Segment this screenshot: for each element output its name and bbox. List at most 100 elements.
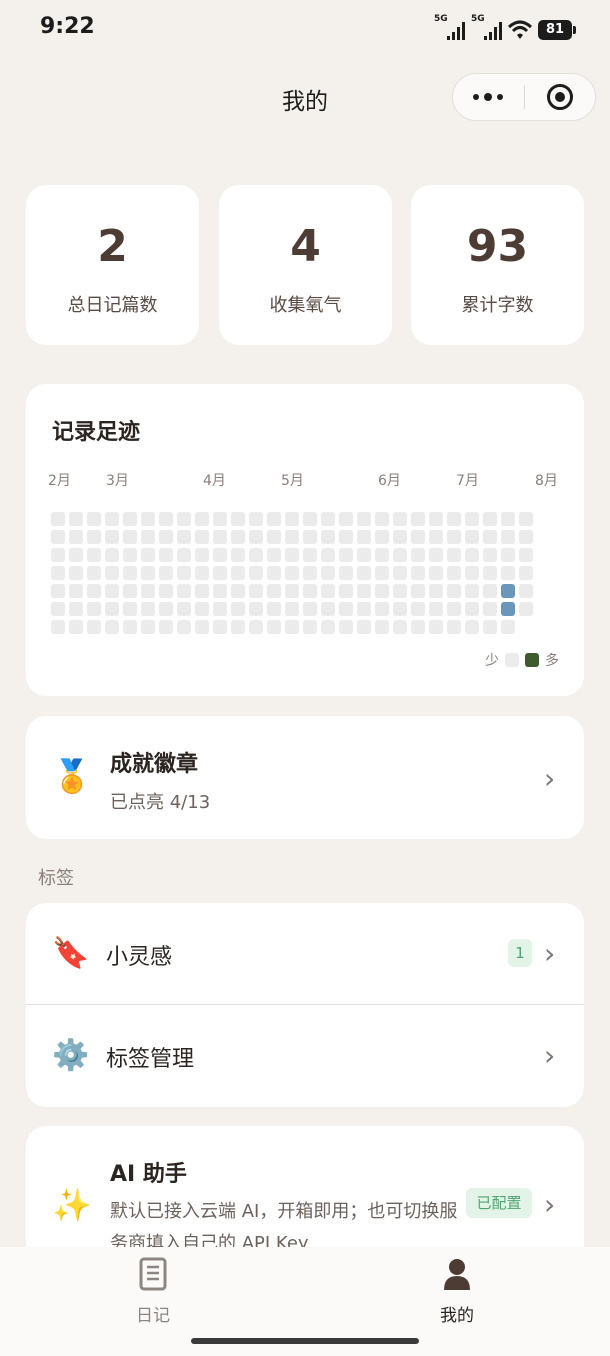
tag-row-inspiration[interactable]: 🔖 小灵感 1 › xyxy=(26,903,584,1004)
tag-row-manage[interactable]: ⚙️ 标签管理 › xyxy=(26,1005,584,1107)
month-label: 5月 xyxy=(281,473,304,489)
heatmap-cell xyxy=(249,620,263,634)
heatmap-cell xyxy=(87,566,101,580)
heatmap-cell xyxy=(123,602,137,616)
heatmap-cell xyxy=(285,620,299,634)
heatmap-cell xyxy=(447,548,461,562)
heatmap-cell xyxy=(267,566,281,580)
heatmap-cell xyxy=(465,530,479,544)
footprint-title: 记录足迹 xyxy=(52,420,141,445)
stat-card-oxygen: 4 收集氧气 xyxy=(219,185,392,345)
heatmap-cell xyxy=(447,566,461,580)
heatmap-cell xyxy=(483,602,497,616)
heatmap-cell xyxy=(375,602,389,616)
heatmap-cell xyxy=(159,620,173,634)
heatmap-cell xyxy=(375,584,389,598)
heatmap-cell xyxy=(51,548,65,562)
heatmap-cell xyxy=(501,512,515,526)
achievements-card[interactable]: 🏅 成就徽章 已点亮 4/13 › xyxy=(26,716,584,839)
heatmap-cell xyxy=(69,602,83,616)
mini-program-capsule xyxy=(452,73,596,121)
heatmap-cell xyxy=(123,584,137,598)
heatmap-cell xyxy=(357,602,371,616)
legend-swatch-full xyxy=(525,653,539,667)
heatmap-cell xyxy=(321,548,335,562)
tag-count-badge: 1 xyxy=(508,939,532,967)
heatmap-cell xyxy=(105,602,119,616)
more-options-icon[interactable] xyxy=(453,92,524,101)
heatmap-cell xyxy=(177,548,191,562)
stat-value: 2 xyxy=(97,221,128,272)
heatmap-cell xyxy=(159,530,173,544)
heatmap-cell xyxy=(177,602,191,616)
heatmap-cell xyxy=(339,584,353,598)
heatmap-cell xyxy=(357,548,371,562)
chevron-right-icon: › xyxy=(544,1039,556,1072)
heatmap-cell xyxy=(213,620,227,634)
heatmap-cell xyxy=(429,566,443,580)
stat-label: 收集氧气 xyxy=(269,295,342,316)
stat-card-diaries: 2 总日记篇数 xyxy=(26,185,199,345)
heatmap-cell xyxy=(285,512,299,526)
heatmap-cell xyxy=(501,602,515,616)
heatmap-cell xyxy=(429,602,443,616)
home-indicator xyxy=(191,1338,419,1344)
heatmap-cell xyxy=(141,530,155,544)
heatmap-cell xyxy=(519,512,533,526)
heatmap-cell xyxy=(483,512,497,526)
heatmap-cell xyxy=(303,530,317,544)
tags-section-label: 标签 xyxy=(38,868,74,889)
heatmap-cell xyxy=(303,620,317,634)
heatmap-cell xyxy=(249,548,263,562)
heatmap-cell xyxy=(303,602,317,616)
heatmap-cell xyxy=(519,530,533,544)
heatmap-cell xyxy=(213,530,227,544)
heatmap-cell xyxy=(123,512,137,526)
heatmap-cell xyxy=(177,584,191,598)
heatmap-cell xyxy=(339,512,353,526)
heatmap-cell xyxy=(231,548,245,562)
sparkles-icon: ✨ xyxy=(52,1186,92,1224)
tab-profile[interactable]: 我的 xyxy=(377,1257,537,1326)
heatmap-cell xyxy=(411,566,425,580)
heatmap-cell xyxy=(357,530,371,544)
heatmap-cell xyxy=(195,566,209,580)
heatmap-cell xyxy=(519,566,533,580)
heatmap-cell xyxy=(267,602,281,616)
heatmap-cell xyxy=(519,602,533,616)
heatmap-cell xyxy=(87,620,101,634)
heatmap-cell xyxy=(393,530,407,544)
heatmap-cell xyxy=(51,602,65,616)
close-target-icon[interactable] xyxy=(525,84,596,110)
tab-label: 日记 xyxy=(136,1306,170,1326)
heatmap-cell xyxy=(105,566,119,580)
heatmap-cell xyxy=(501,530,515,544)
bookmark-icon: 🔖 xyxy=(52,936,90,971)
user-icon xyxy=(444,1259,470,1290)
heatmap-cell xyxy=(51,566,65,580)
heatmap-cell xyxy=(141,584,155,598)
heatmap-cell xyxy=(285,566,299,580)
tab-diary[interactable]: 日记 xyxy=(73,1257,233,1326)
tag-label: 小灵感 xyxy=(106,945,173,970)
heatmap-cell xyxy=(195,620,209,634)
heatmap-cell xyxy=(483,530,497,544)
heatmap-cell xyxy=(393,602,407,616)
heatmap-cell xyxy=(483,620,497,634)
heatmap-cell xyxy=(87,602,101,616)
heatmap-cell xyxy=(141,602,155,616)
chevron-right-icon: › xyxy=(544,1188,556,1221)
heatmap-cell xyxy=(141,512,155,526)
heatmap-cell xyxy=(177,530,191,544)
heatmap-cell xyxy=(429,548,443,562)
status-time: 9:22 xyxy=(40,14,95,39)
heatmap-cell xyxy=(141,566,155,580)
heatmap-cell xyxy=(141,548,155,562)
heatmap-cell xyxy=(321,530,335,544)
heatmap-cell xyxy=(501,620,515,634)
notebook-icon xyxy=(139,1257,167,1291)
heatmap-cell xyxy=(141,620,155,634)
heatmap-cell xyxy=(303,566,317,580)
heatmap-cell xyxy=(249,512,263,526)
tag-label: 标签管理 xyxy=(106,1047,195,1072)
